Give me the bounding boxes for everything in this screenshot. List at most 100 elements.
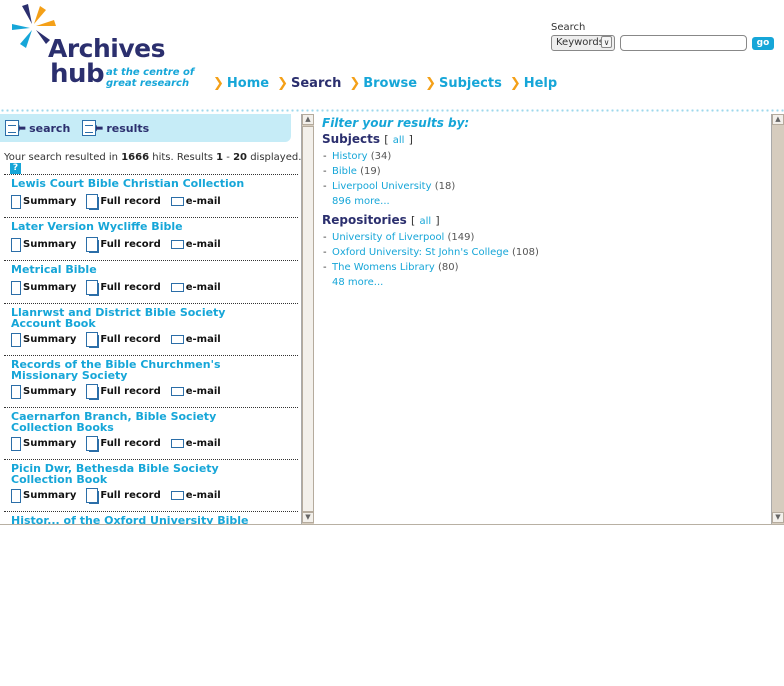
help-icon[interactable]: ? <box>10 163 21 174</box>
facet-item: The Womens Library (80) <box>322 260 762 275</box>
chevron-down-icon: ∨ <box>601 36 612 48</box>
full-record-link[interactable]: Full record <box>86 280 161 295</box>
summary-middle: hits. Results <box>152 152 213 163</box>
facet-link[interactable]: History <box>332 151 368 162</box>
bracket-open: [ <box>410 214 416 227</box>
go-button[interactable]: go <box>752 36 774 50</box>
result-item: Llanrwst and District Bible Society Acco… <box>4 303 298 355</box>
email-label: e-mail <box>185 282 221 293</box>
subjects-more-link[interactable]: 896 more... <box>322 194 762 209</box>
scroll-up-icon[interactable]: ▲ <box>302 114 314 125</box>
summary-icon <box>11 280 21 295</box>
email-link[interactable]: e-mail <box>170 282 221 293</box>
bracket-open: [ <box>384 133 389 146</box>
email-link[interactable]: e-mail <box>170 386 221 397</box>
full-record-icon <box>86 384 99 399</box>
email-icon <box>170 439 184 448</box>
range-from: 1 <box>216 152 224 163</box>
main-nav: ❯ Home ❯ Search ❯ Browse ❯ Subjects ❯ He… <box>213 76 557 91</box>
results-scrollbar[interactable]: ▲ ▼ <box>301 114 314 524</box>
summary-icon <box>11 488 21 503</box>
document-icon <box>5 120 19 136</box>
result-title-link[interactable]: Lewis Court Bible Christian Collection <box>11 178 266 191</box>
result-title-link[interactable]: Picin Dwr, Bethesda Bible Society Collec… <box>11 463 266 485</box>
search-input[interactable] <box>620 35 747 51</box>
summary-link[interactable]: Summary <box>11 280 77 295</box>
summary-link[interactable]: Summary <box>11 488 76 503</box>
summary-label: Summary <box>23 282 77 293</box>
summary-link[interactable]: Summary <box>11 436 76 451</box>
search-type-select[interactable]: Keywords ∨ <box>551 35 615 51</box>
result-title-link[interactable]: Caernarfon Branch, Bible Society Collect… <box>11 411 266 433</box>
email-link[interactable]: e-mail <box>170 438 221 449</box>
result-title-link[interactable]: Llanrwst and District Bible Society Acco… <box>11 307 266 329</box>
facet-link[interactable]: The Womens Library <box>332 262 435 273</box>
facet-item: History (34) <box>322 149 762 164</box>
facet-link[interactable]: Oxford University: St John's College <box>332 247 509 258</box>
result-title-link[interactable]: Later Version Wycliffe Bible <box>11 221 266 234</box>
summary-link[interactable]: Summary <box>11 237 76 252</box>
chevron-right-icon: ❯ <box>425 76 436 91</box>
document-icon <box>82 120 97 136</box>
scroll-thumb[interactable] <box>302 126 314 512</box>
facet-link[interactable]: Liverpool University <box>332 181 432 192</box>
full-record-link[interactable]: Full record <box>86 436 161 451</box>
email-link[interactable]: e-mail <box>170 196 221 207</box>
result-item: Histor... of the Oxford University Bible… <box>4 511 298 524</box>
summary-icon <box>11 384 21 399</box>
full-record-label: Full record <box>100 334 161 345</box>
search-title: Search <box>551 22 586 33</box>
email-label: e-mail <box>185 386 221 397</box>
summary-link[interactable]: Summary <box>11 194 76 209</box>
nav-help[interactable]: ❯ Help <box>510 76 557 91</box>
full-record-link[interactable]: Full record <box>86 332 161 347</box>
facet-count: (80) <box>437 262 459 273</box>
full-record-link[interactable]: Full record <box>86 237 161 252</box>
header: Archives hub at the centre of great rese… <box>0 0 784 108</box>
results-pane: ⬅ search ⬅ results Your search resulted … <box>0 114 315 524</box>
filter-scrollbar[interactable]: ▲ ▼ <box>771 114 784 524</box>
result-item: Records of the Bible Churchmen's Mission… <box>4 355 298 407</box>
result-item: Lewis Court Bible Christian Collection S… <box>4 174 298 217</box>
archives-hub-logo[interactable]: Archives hub at the centre of great rese… <box>10 4 195 92</box>
full-record-label: Full record <box>100 386 161 397</box>
nav-subjects[interactable]: ❯ Subjects <box>425 76 502 91</box>
email-link[interactable]: e-mail <box>170 239 221 250</box>
nav-home[interactable]: ❯ Home <box>213 76 269 91</box>
full-record-link[interactable]: Full record <box>86 384 161 399</box>
full-record-icon <box>86 194 99 209</box>
filter-pane: Filter your results by: Subjects [ all ]… <box>316 114 771 524</box>
facet-link[interactable]: Bible <box>332 166 357 177</box>
email-link[interactable]: e-mail <box>170 490 221 501</box>
scroll-up-icon[interactable]: ▲ <box>772 114 784 125</box>
full-record-icon <box>86 436 99 451</box>
full-record-icon <box>86 237 99 252</box>
result-title-link[interactable]: Histor... of the Oxford University Bible… <box>11 515 266 524</box>
summary-icon <box>11 332 21 347</box>
email-link[interactable]: e-mail <box>170 334 221 345</box>
scroll-down-icon[interactable]: ▼ <box>302 512 314 523</box>
email-icon <box>170 335 184 344</box>
summary-link[interactable]: Summary <box>11 332 76 347</box>
result-title-link[interactable]: Records of the Bible Churchmen's Mission… <box>11 359 266 381</box>
nav-search[interactable]: ❯ Search <box>277 76 341 91</box>
nav-browse[interactable]: ❯ Browse <box>349 76 417 91</box>
back-to-search-button[interactable]: ⬅ search <box>5 120 70 136</box>
result-title-link[interactable]: Metrical Bible <box>11 264 266 277</box>
facet-count: (18) <box>434 181 456 192</box>
summary-link[interactable]: Summary <box>11 384 76 399</box>
summary-suffix: displayed. <box>250 152 302 163</box>
full-record-link[interactable]: Full record <box>86 488 161 503</box>
repositories-more-link[interactable]: 48 more... <box>322 275 762 290</box>
back-to-results-button[interactable]: ⬅ results <box>82 120 149 136</box>
full-record-link[interactable]: Full record <box>86 194 161 209</box>
full-record-icon <box>86 280 99 295</box>
repositories-all-link[interactable]: all <box>419 216 431 227</box>
scroll-down-icon[interactable]: ▼ <box>772 512 784 523</box>
full-record-icon <box>86 488 99 503</box>
subjects-all-link[interactable]: all <box>393 135 405 146</box>
email-icon <box>170 197 184 206</box>
full-record-label: Full record <box>100 282 161 293</box>
facet-link[interactable]: University of Liverpool <box>332 232 444 243</box>
subjects-heading-label: Subjects <box>322 132 381 146</box>
